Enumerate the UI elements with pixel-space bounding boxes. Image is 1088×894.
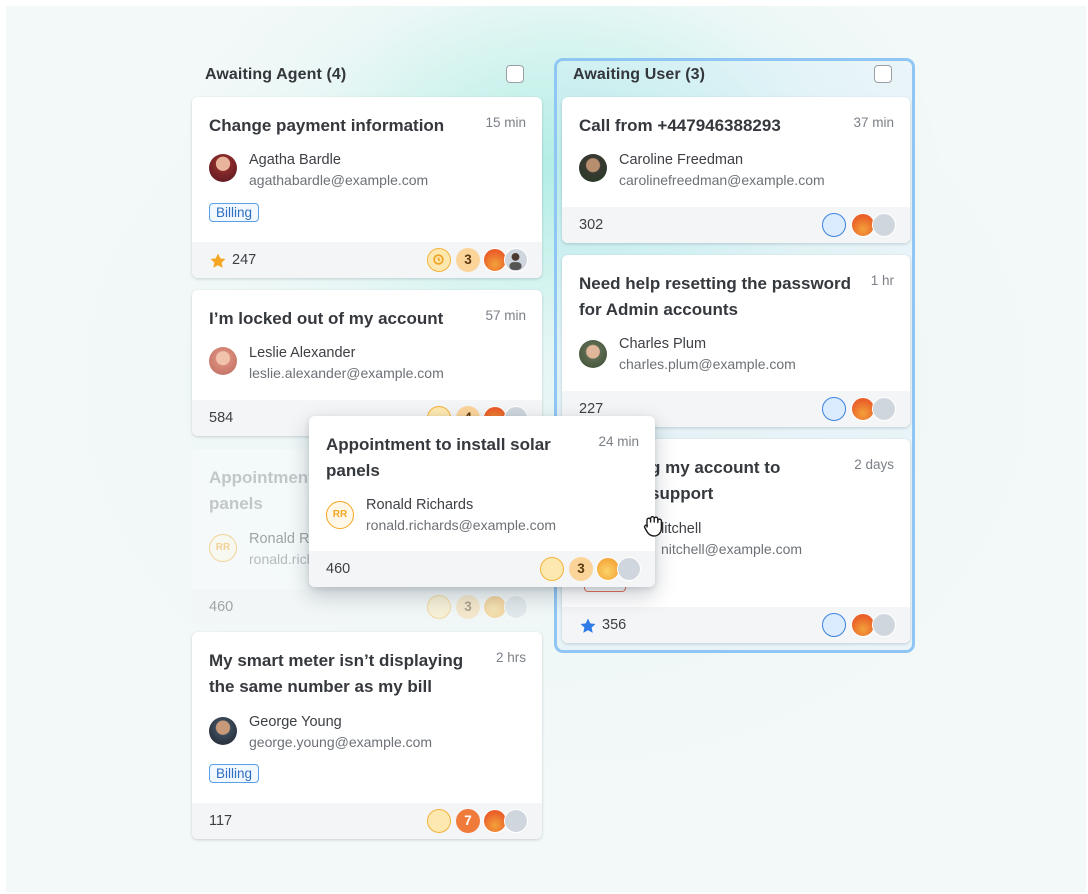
clock-icon [540,557,564,581]
ticket-time: 15 min [485,115,526,130]
agent-avatar [872,613,896,637]
badge-group: 3 [427,595,528,619]
card-footer: 117 7 [192,803,542,839]
avatar [579,340,607,368]
ticket-id: 302 [579,217,604,233]
avatar [209,717,237,745]
ticket-title-line1: g my account to [650,458,781,477]
card-footer: 247 3 [192,242,542,278]
ticket-time: 2 days [854,457,894,472]
agent-avatar [504,809,528,833]
clock-icon [427,809,451,833]
ticket-time: 1 hr [870,273,894,288]
ticket-card[interactable]: I’m locked out of my account 57 min Lesl… [192,290,542,436]
ticket-card[interactable]: Call from +447946388293 37 min Caroline … [562,97,910,243]
ticket-title-line1: Need help resetting the password [579,274,852,293]
ticket-id: 584 [209,410,234,426]
clock-icon [427,595,451,619]
agent-avatar [872,213,896,237]
ticket-title-line2: panels [209,494,263,513]
ticket-title: Call from +447946388293 [579,116,781,135]
contact-name: Ronald Richards [366,497,474,513]
contact-email: nitchell@example.com [661,541,803,557]
contact-email: leslie.alexander@example.com [249,365,444,381]
agent-avatar [617,557,641,581]
avatar-initials: RR [209,534,237,562]
ticket-title: Change payment information [209,116,445,135]
clock-icon [427,248,451,272]
card-footer: 356 [562,607,910,643]
ticket-id: 460 [326,561,351,577]
contact-name: Leslie Alexander [249,345,356,361]
card-footer: 302 [562,207,910,243]
badge-group [822,613,896,637]
grab-hand-icon [643,516,663,537]
tag-billing[interactable]: Billing [209,203,260,222]
assign-user-icon[interactable] [822,213,846,237]
badge-group: 3 [427,248,528,272]
contact-name: litchell [661,521,702,537]
ticket-time: 24 min [598,434,639,449]
ticket-time: 57 min [485,308,526,323]
contact-email: agathabardle@example.com [249,172,429,188]
priority-badge: 3 [569,557,593,581]
avatar [209,347,237,375]
assign-user-icon[interactable] [822,613,846,637]
contact-name: Charles Plum [619,336,707,352]
contact-email: charles.plum@example.com [619,356,796,372]
contact-email: carolinefreedman@example.com [619,172,825,188]
ticket-title-line2: panels [326,461,380,480]
ticket-id: 460 [209,599,234,615]
ticket-time: 2 hrs [495,650,526,665]
contact-name: Agatha Bardle [249,152,341,168]
badge-group [822,397,896,421]
tag-billing[interactable]: Billing [209,764,260,783]
avatar [209,154,237,182]
priority-badge: 3 [456,595,480,619]
column-header-awaiting-user: Awaiting User (3) [573,66,706,83]
contact-name: Caroline Freedman [619,152,744,168]
card-footer: 460 3 [192,589,542,625]
ticket-title-line2: for Admin accounts [579,300,738,319]
ticket-id: 356 [602,617,627,633]
ticket-id: 227 [579,401,604,417]
priority-badge: 3 [456,248,480,272]
assign-user-icon[interactable] [822,397,846,421]
agent-avatar [872,397,896,421]
priority-badge: 7 [456,809,480,833]
ticket-title-line2: support [650,484,714,503]
star-icon[interactable] [209,252,227,270]
board-canvas: Awaiting Agent (4) Awaiting User (3) Cha… [6,6,1086,892]
ticket-time: 37 min [853,115,894,130]
ticket-title-line2: the same number as my bill [209,677,432,696]
badge-group: 7 [427,809,528,833]
dragged-ticket-card[interactable]: Appointment to install solar panels 24 m… [309,416,655,587]
ticket-id: 247 [232,252,257,268]
ticket-title-line1: Appointment to install solar [326,435,551,454]
ticket-card[interactable]: My smart meter isn’t displaying the same… [192,632,542,839]
ticket-title: I’m locked out of my account [209,309,444,328]
card-footer: 460 3 [309,551,655,587]
contact-email: george.young@example.com [249,734,433,750]
column-select-checkbox-awaiting-user[interactable] [874,65,892,83]
column-select-checkbox-awaiting-agent[interactable] [506,65,524,83]
avatar-initials: RR [326,501,354,529]
column-header-awaiting-agent: Awaiting Agent (4) [205,66,347,83]
agent-avatar [504,595,528,619]
avatar [579,154,607,182]
badge-group [822,213,896,237]
ticket-id: 117 [209,813,233,829]
star-icon[interactable] [579,617,597,635]
ticket-card[interactable]: Need help resetting the password for Adm… [562,255,910,427]
contact-email: ronald.richards@example.com [366,517,557,533]
contact-name: George Young [249,714,342,730]
ticket-title-line1: My smart meter isn’t displaying [209,651,464,670]
ticket-card[interactable]: Change payment information 15 min Agatha… [192,97,542,278]
badge-group: 3 [540,557,641,581]
agent-avatar [504,248,528,272]
